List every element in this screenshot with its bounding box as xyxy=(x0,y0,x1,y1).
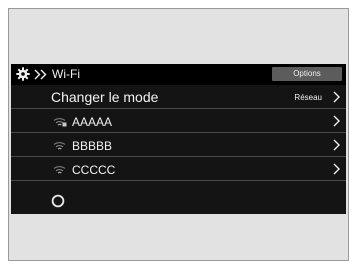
change-mode-row[interactable]: Changer le mode Réseau xyxy=(11,85,346,109)
gear-icon[interactable] xyxy=(16,67,30,81)
chevron-right-icon xyxy=(333,115,340,127)
wifi-screen: Wi-Fi Options Changer le mode Réseau AAA… xyxy=(11,64,346,214)
header-bar: Wi-Fi Options xyxy=(11,64,346,85)
network-row-aaaaa[interactable]: AAAAA xyxy=(11,109,346,133)
chevron-right-icon xyxy=(333,163,340,175)
network-row-bbbbb[interactable]: BBBBB xyxy=(11,133,346,157)
double-chevron-right-icon xyxy=(34,69,47,80)
network-name: AAAAA xyxy=(72,115,113,129)
network-name: BBBBB xyxy=(72,139,113,153)
options-button[interactable]: Options xyxy=(272,67,342,81)
network-row-ccccc[interactable]: CCCCC xyxy=(11,157,346,181)
change-mode-label: Changer le mode xyxy=(51,89,159,105)
chevron-right-icon xyxy=(333,139,340,151)
wifi-locked-icon xyxy=(53,118,67,127)
network-name: CCCCC xyxy=(72,163,116,177)
wifi-icon xyxy=(53,166,66,174)
mode-value: Réseau xyxy=(294,93,322,102)
page-title: Wi-Fi xyxy=(52,67,80,81)
loading-spinner-icon xyxy=(51,194,65,208)
chevron-right-icon xyxy=(333,91,340,103)
wifi-icon xyxy=(53,142,66,150)
